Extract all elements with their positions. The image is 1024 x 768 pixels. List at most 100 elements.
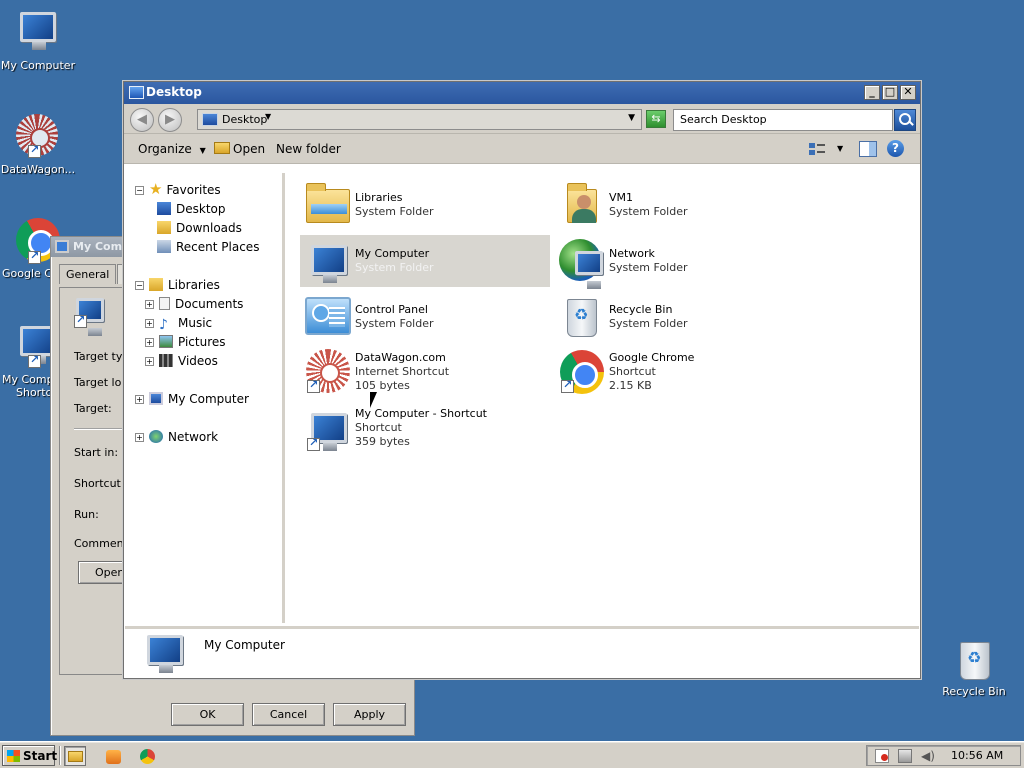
nav-item-documents[interactable]: + Documents [145, 297, 243, 311]
volume-icon[interactable]: ◀) [921, 749, 935, 763]
organize-label: Organize [138, 142, 192, 156]
nav-item-downloads[interactable]: Downloads [157, 221, 242, 235]
maximize-button[interactable]: □ [882, 85, 898, 100]
file-name: VM1 [609, 191, 634, 204]
videos-icon [159, 354, 173, 367]
forward-button[interactable]: ▶ [158, 108, 182, 132]
back-button[interactable]: ◀ [130, 108, 154, 132]
desktop-icon-label: DataWagon... [0, 163, 76, 176]
nav-item-pictures[interactable]: + Pictures [145, 335, 226, 349]
file-item-control-panel[interactable]: Control Panel System Folder [300, 291, 550, 343]
file-item-vm1[interactable]: VM1 System Folder [554, 179, 804, 231]
network-status-icon[interactable] [898, 749, 912, 763]
view-dropdown-icon[interactable]: ▼ [837, 144, 843, 153]
file-item-libraries[interactable]: Libraries System Folder [300, 179, 550, 231]
open-folder-icon [214, 142, 230, 154]
nav-label: Music [178, 316, 213, 330]
address-bar[interactable]: Desktop ▼ ▼ [197, 109, 642, 130]
minimize-button[interactable]: _ [864, 85, 880, 100]
computer-icon [74, 298, 106, 336]
details-pane: My Computer [125, 626, 919, 678]
file-item-my-computer-shortcut[interactable]: My Computer - ShortcutShortcut359 bytes [300, 403, 550, 455]
pictures-icon [159, 335, 173, 348]
nav-label: Network [168, 430, 219, 444]
file-item-network[interactable]: Network System Folder [554, 235, 804, 289]
music-icon: ♪ [159, 317, 168, 333]
file-item-my-computer[interactable]: My Computer System Folder [300, 235, 550, 287]
chrome-icon [557, 349, 605, 397]
command-bar: Organize ▼ Open New folder ▼ ? [124, 134, 920, 164]
expand-icon[interactable]: + [145, 300, 154, 309]
documents-icon [159, 297, 170, 310]
breadcrumb-chevron-icon[interactable]: ▼ [265, 112, 271, 121]
preview-pane-icon[interactable] [859, 141, 877, 157]
cancel-button[interactable]: Cancel [252, 703, 325, 726]
collapse-icon[interactable]: − [135, 186, 144, 195]
taskbar-clock[interactable]: 10:56 AM [951, 749, 1003, 762]
address-dropdown-icon[interactable]: ▼ [628, 113, 635, 123]
file-name: DataWagon.com [355, 351, 446, 364]
new-folder-button[interactable]: New folder [276, 142, 341, 156]
action-center-flag-icon[interactable] [875, 749, 889, 763]
search-input[interactable]: Search Desktop [673, 109, 893, 131]
nav-item-music[interactable]: + ♪ Music [145, 316, 212, 332]
file-type: System Folder [609, 261, 688, 274]
refresh-button[interactable]: ⇆ [646, 110, 666, 128]
expand-icon[interactable]: + [135, 433, 144, 442]
nav-item-videos[interactable]: + Videos [145, 354, 218, 368]
file-item-google-chrome[interactable]: Google ChromeShortcut2.15 KB [554, 347, 804, 399]
start-button[interactable]: Start [2, 745, 57, 766]
folder-icon [68, 751, 83, 762]
taskbar: Start ◀) 10:56 AM [0, 741, 1024, 768]
properties-title: My Comp [73, 240, 130, 253]
shortcut-arrow-icon [28, 249, 41, 264]
nav-label: My Computer [168, 392, 249, 406]
open-button[interactable]: Open [214, 142, 265, 156]
desktop-icon-datawagon[interactable]: DataWagon... [0, 114, 76, 176]
file-name: Libraries [355, 191, 403, 204]
datawagon-icon [14, 114, 62, 160]
search-icon[interactable] [894, 109, 916, 131]
file-type: System Folder [355, 205, 434, 218]
desktop-icon-my-computer[interactable]: My Computer [0, 10, 76, 72]
nav-label: Downloads [176, 221, 242, 235]
network-icon [149, 430, 163, 443]
expand-icon[interactable]: + [145, 338, 154, 347]
expand-icon[interactable]: + [135, 395, 144, 404]
computer-icon [14, 10, 62, 56]
shortcut-arrow-icon [561, 378, 574, 393]
taskbar-chrome-button[interactable] [136, 746, 158, 766]
explorer-title-bar[interactable]: Desktop _ □ ✕ [124, 82, 920, 104]
desktop-icon [202, 113, 218, 126]
recent-places-icon [157, 240, 171, 253]
file-item-datawagon[interactable]: DataWagon.comInternet Shortcut105 bytes [300, 347, 550, 399]
user-folder-icon [557, 181, 605, 229]
ok-button[interactable]: OK [171, 703, 244, 726]
taskbar-explorer-button[interactable] [64, 746, 86, 766]
taskbar-media-player-button[interactable] [102, 746, 124, 766]
organize-button[interactable]: Organize ▼ [138, 142, 206, 156]
field-label-run: Run: [74, 508, 99, 521]
close-button[interactable]: ✕ [900, 85, 916, 100]
expand-icon[interactable]: + [145, 357, 154, 366]
nav-item-desktop[interactable]: Desktop [157, 202, 226, 216]
shortcut-arrow-icon [28, 143, 41, 158]
nav-label: Pictures [178, 335, 226, 349]
file-item-recycle-bin[interactable]: Recycle BinSystem Folder [554, 291, 804, 343]
tab-general[interactable]: General [59, 264, 117, 284]
computer-icon [55, 240, 69, 253]
nav-label: Videos [178, 354, 218, 368]
nav-item-network[interactable]: + Network [135, 430, 218, 444]
open-label: Open [233, 142, 266, 156]
apply-button[interactable]: Apply [333, 703, 406, 726]
collapse-icon[interactable]: − [135, 281, 144, 290]
details-item-name: My Computer [204, 638, 285, 652]
help-icon[interactable]: ? [887, 140, 904, 157]
expand-icon[interactable]: + [145, 319, 154, 328]
nav-item-recent-places[interactable]: Recent Places [157, 240, 259, 254]
nav-item-favorites[interactable]: − ★ Favorites [135, 182, 221, 197]
nav-item-my-computer[interactable]: + My Computer [135, 392, 249, 406]
desktop-icon-recycle-bin[interactable]: Recycle Bin [936, 636, 1012, 698]
nav-item-libraries[interactable]: − Libraries [135, 278, 220, 292]
change-view-icon[interactable] [808, 141, 826, 157]
